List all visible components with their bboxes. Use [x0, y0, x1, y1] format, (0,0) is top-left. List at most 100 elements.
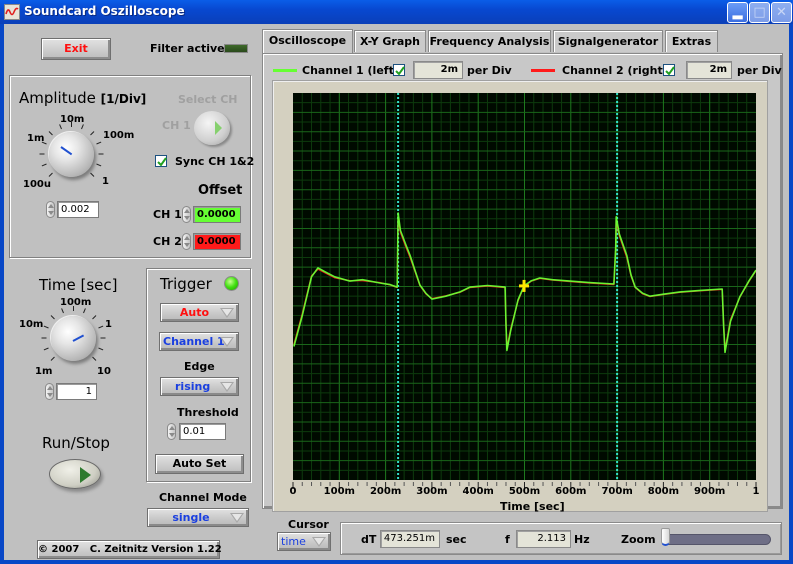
title-bar: Soundcard Oszilloscope ▂ □ ✕: [0, 0, 793, 24]
amplitude-knob-label-100m: 100m: [103, 130, 135, 141]
close-button[interactable]: ✕: [771, 2, 792, 23]
channel1-legend-line: [273, 69, 297, 72]
amplitude-value-field[interactable]: 0.002: [57, 201, 99, 218]
amplitude-knob-label-100u: 100u: [23, 179, 51, 190]
channel1-enable-checkbox[interactable]: [393, 64, 405, 76]
checkmark-icon: [157, 157, 167, 167]
channel2-legend-line: [531, 69, 555, 72]
x-tick-label: 100m: [323, 486, 355, 497]
dt-unit-label: sec: [446, 533, 467, 546]
time-title: Time [sec]: [39, 276, 118, 294]
dropdown-arrow-icon: [220, 382, 234, 392]
trigger-source-select[interactable]: Channel 1: [159, 332, 239, 351]
sync-label: Sync CH 1&2: [175, 155, 255, 168]
tab-oscilloscope[interactable]: Oscilloscope: [262, 29, 353, 54]
tab-frequency-analysis[interactable]: Frequency Analysis: [428, 30, 551, 52]
amplitude-knob[interactable]: [49, 132, 94, 177]
x-tick-label: 600m: [555, 486, 587, 497]
tab-xy-graph[interactable]: X-Y Graph: [354, 30, 426, 52]
maximize-button[interactable]: □: [749, 2, 770, 23]
ch2-offset-field[interactable]: 0.0000: [193, 233, 241, 250]
dt-value-field: 473.251m: [380, 530, 440, 548]
f-label: f: [505, 533, 510, 546]
zoom-slider-track[interactable]: [663, 534, 771, 545]
minimize-icon: ▂: [732, 5, 743, 20]
checkmark-icon: [665, 66, 675, 76]
filter-active-indicator[interactable]: [224, 44, 248, 53]
trigger-title: Trigger: [160, 275, 212, 293]
channel1-per-div-field[interactable]: 2m: [413, 61, 463, 79]
trigger-panel: [146, 268, 251, 482]
channel-mode-select[interactable]: single: [147, 508, 249, 527]
trigger-led: [224, 276, 239, 291]
trigger-mode-select[interactable]: Auto: [160, 303, 239, 322]
threshold-spinner[interactable]: [167, 423, 176, 440]
threshold-label: Threshold: [177, 406, 239, 419]
ch2-offset-spinner[interactable]: [182, 233, 191, 250]
auto-set-button[interactable]: Auto Set: [155, 454, 244, 474]
threshold-field[interactable]: 0.01: [179, 423, 226, 440]
select-ch-label: Select CH: [178, 93, 238, 106]
channel-mode-value: single: [172, 511, 210, 524]
time-knob-tick: [41, 337, 47, 339]
x-tick-label: 500m: [508, 486, 541, 497]
x-tick-label: 900m: [694, 486, 726, 497]
run-stop-button[interactable]: [49, 459, 101, 489]
time-knob-label-10m: 10m: [19, 319, 44, 330]
zoom-slider-handle[interactable]: [661, 528, 670, 546]
cursor-mode-select[interactable]: time: [277, 532, 331, 551]
amplitude-spinner[interactable]: [46, 201, 55, 218]
amplitude-knob-label-10m: 10m: [60, 114, 85, 125]
f-unit-label: Hz: [574, 533, 590, 546]
x-tick-label: 400m: [462, 486, 494, 497]
run-stop-label: Run/Stop: [42, 434, 110, 452]
play-icon: [80, 467, 91, 483]
maximize-icon: □: [753, 5, 766, 20]
cursor-mode-value: time: [281, 535, 306, 548]
dropdown-arrow-icon: [230, 513, 244, 523]
time-knob-label-1m: 1m: [35, 366, 53, 377]
edge-value: rising: [175, 380, 211, 393]
channel1-label: Channel 1 (left): [302, 64, 399, 77]
channel2-enable-checkbox[interactable]: [663, 64, 675, 76]
cursor-label: Cursor: [288, 518, 329, 531]
tab-extras[interactable]: Extras: [665, 30, 718, 52]
oscilloscope-plot[interactable]: [293, 93, 756, 480]
amplitude-knob-pointer: [60, 146, 73, 156]
amplitude-knob-tick: [39, 153, 45, 155]
minimize-button[interactable]: ▂: [727, 2, 748, 23]
tab-signalgenerator[interactable]: Signalgenerator: [553, 30, 663, 52]
time-knob[interactable]: [51, 316, 96, 361]
edge-select[interactable]: rising: [160, 377, 239, 396]
ch1-offset-field[interactable]: 0.0000: [193, 206, 241, 223]
amplitude-knob-tick: [71, 122, 72, 127]
time-knob-pointer: [72, 334, 85, 342]
amplitude-knob-tick: [98, 153, 104, 155]
amplitude-title: Amplitude [1/Div]: [19, 89, 147, 107]
select-ch-button[interactable]: [194, 111, 230, 145]
x-tick-label: 800m: [647, 486, 680, 497]
dt-label: dT: [361, 533, 377, 546]
app-icon: [4, 4, 20, 20]
edge-label: Edge: [184, 360, 215, 373]
channel-mode-label: Channel Mode: [159, 491, 247, 504]
channel2-label: Channel 2 (right): [562, 64, 668, 77]
close-icon: ✕: [776, 5, 787, 20]
checkmark-icon: [395, 66, 405, 76]
amplitude-knob-label-1: 1: [102, 176, 109, 187]
select-ch-value-label: CH 1: [162, 119, 191, 132]
channel2-per-div-field[interactable]: 2m: [686, 61, 732, 79]
x-tick-label: 200m: [369, 486, 402, 497]
x-tick-label: 300m: [416, 486, 448, 497]
time-value-field[interactable]: 1: [56, 383, 97, 400]
x-tick-label: 700m: [601, 486, 633, 497]
time-knob-label-100m: 100m: [60, 297, 92, 308]
time-knob-label-1: 1: [105, 319, 112, 330]
ch1-offset-spinner[interactable]: [182, 206, 191, 223]
ch2-offset-label: CH 2: [153, 235, 182, 248]
sync-checkbox[interactable]: [155, 155, 167, 167]
time-spinner[interactable]: [45, 383, 54, 400]
trigger-mode-value: Auto: [179, 306, 210, 319]
exit-button[interactable]: Exit: [41, 38, 111, 60]
dropdown-arrow-icon: [312, 537, 326, 547]
